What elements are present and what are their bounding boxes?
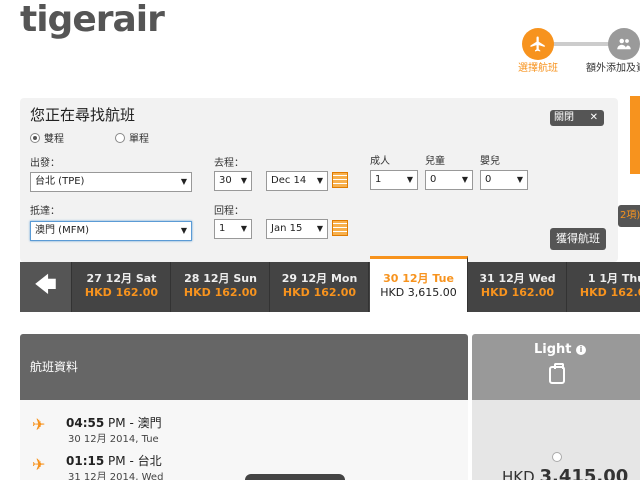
- flight-details: ✈ 04:55 PM - 澳門 30 12月 2014, Tue ✈ 01:15…: [20, 400, 468, 480]
- light-fare-title: Light i: [534, 342, 587, 357]
- date-item[interactable]: 1 1月 ThuHKD 162.00: [568, 262, 640, 312]
- date-item[interactable]: 28 12月 Sun HKD 162.00: [172, 262, 270, 312]
- info-icon[interactable]: i: [576, 344, 587, 355]
- departure-plane-icon: ✈: [32, 415, 46, 434]
- origin-select[interactable]: 台北 (TPE) ▼: [30, 172, 192, 192]
- close-icon: ✕: [589, 112, 598, 123]
- destination-select[interactable]: 澳門 (MFM) ▼: [30, 221, 192, 241]
- adults-select[interactable]: 1 ▼: [370, 170, 418, 190]
- children-label: 兒童: [425, 156, 445, 167]
- depart-day-select[interactable]: 30 ▼: [214, 171, 252, 191]
- return-day-select[interactable]: 1 ▼: [214, 219, 252, 239]
- booking-steps: 選擇航班 額外添加及資料: [508, 28, 640, 88]
- people-icon[interactable]: [608, 28, 640, 60]
- flight-info-header: 航班資料: [20, 334, 468, 400]
- arrow-left-icon: 🡄: [34, 273, 57, 298]
- return-label: 回程：: [214, 206, 244, 217]
- date-item[interactable]: 29 12月 Mon HKD 162.00: [271, 262, 369, 312]
- infants-label: 嬰兒: [480, 156, 500, 167]
- destination-label: 抵達：: [30, 206, 60, 217]
- flight-arrival-date: 31 12月 2014, Wed: [68, 472, 164, 480]
- step-extras-label: 額外添加及資料: [586, 63, 640, 74]
- one-way-radio[interactable]: 單程: [115, 130, 149, 145]
- bag-icon: [549, 363, 565, 384]
- search-flights-button[interactable]: 獲得航班: [550, 228, 606, 250]
- adults-label: 成人: [370, 156, 390, 167]
- flight-departure-time: 04:55 PM - 澳門: [66, 416, 162, 430]
- flight-departure-date: 30 12月 2014, Tue: [68, 434, 159, 445]
- search-title: 您正在尋找航班: [30, 106, 136, 124]
- return-month-select[interactable]: Jan 15 ▼: [266, 219, 328, 239]
- side-cart-tab[interactable]: 2項): [618, 205, 640, 227]
- floating-bar[interactable]: [245, 474, 345, 480]
- page: tigerair 選擇航班 額外添加及資料 您正在尋找航班 關閉✕ 雙程 單程 …: [0, 0, 640, 480]
- search-panel: 您正在尋找航班 關閉 ✕ 雙程 單程 出發： 台北 (TPE) ▼ 抵達： 澳門 (…: [20, 98, 618, 262]
- children-select[interactable]: 0 ▼: [425, 170, 473, 190]
- step-connector: [546, 42, 616, 46]
- arrival-plane-icon: ✈: [32, 455, 46, 474]
- depart-calendar-icon[interactable]: [332, 172, 348, 188]
- depart-label: 去程：: [214, 158, 244, 169]
- round-trip-radio[interactable]: 雙程: [30, 130, 64, 145]
- side-tab[interactable]: [630, 96, 640, 174]
- return-calendar-icon[interactable]: [332, 220, 348, 236]
- step-select-flight-label: 選擇航班: [518, 63, 558, 74]
- light-fare-header[interactable]: Light i: [472, 334, 640, 400]
- previous-dates-button[interactable]: 🡄: [20, 262, 72, 312]
- date-item[interactable]: 31 12月 Wed HKD 162.00: [469, 262, 567, 312]
- light-fare-radio[interactable]: [552, 452, 562, 462]
- light-fare-price: HKD 3,415.00: [502, 466, 629, 480]
- date-item[interactable]: 27 12月 Sat HKD 162.00: [73, 262, 171, 312]
- tigerair-logo[interactable]: tigerair: [20, 0, 165, 40]
- date-item-selected[interactable]: 30 12月 Tue HKD 3,615.00: [370, 256, 468, 312]
- origin-label: 出發：: [30, 158, 60, 169]
- flight-arrival-time: 01:15 PM - 台北: [66, 454, 162, 468]
- close-button[interactable]: 關閉 ✕: [550, 110, 604, 126]
- date-selector-bar: 🡄 27 12月 Sat HKD 162.00 28 12月 Sun HKD 162…: [20, 256, 640, 312]
- depart-month-select[interactable]: Dec 14 ▼: [266, 171, 328, 191]
- infants-select[interactable]: 0 ▼: [480, 170, 528, 190]
- plane-icon[interactable]: [522, 28, 554, 60]
